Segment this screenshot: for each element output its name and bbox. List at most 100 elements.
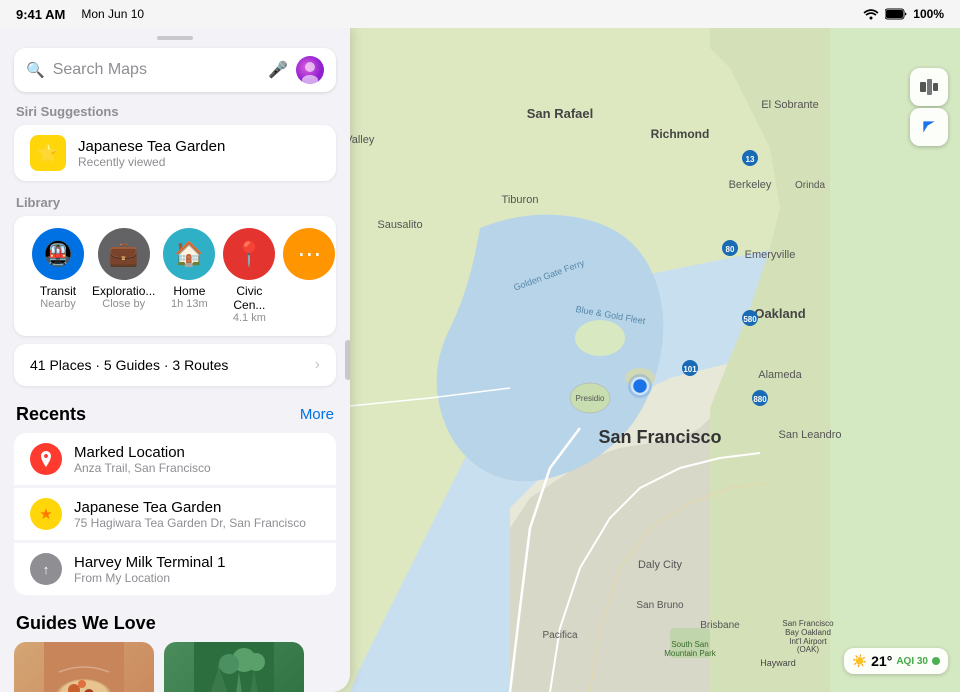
recents-title: Recents [16,404,86,425]
status-bar: 9:41 AM Mon Jun 10 100% [0,0,960,28]
sidebar-resize-handle[interactable] [345,340,350,380]
guides-row [0,642,350,692]
explore-icon: 💼 [98,228,150,280]
svg-text:Mountain Park: Mountain Park [664,649,717,658]
transit-icon: 🚇 [32,228,84,280]
food-guide-image [14,642,154,692]
location-button[interactable] [910,108,948,146]
svg-text:Alameda: Alameda [758,369,802,381]
marked-location-icon [30,443,62,475]
guide-thumb-nature[interactable] [164,642,304,692]
places-text: 41 Places · 5 Guides · 3 Routes [30,357,228,373]
suggestion-title: Japanese Tea Garden [78,138,225,155]
more-icon: ⋯ [283,228,335,280]
svg-text:(OAK): (OAK) [797,645,820,654]
svg-text:El Sobrante: El Sobrante [761,99,818,111]
recent-subtitle-marked: Anza Trail, San Francisco [74,461,211,475]
aqi-dot [932,657,940,665]
svg-text:Hayward: Hayward [760,658,796,668]
svg-text:13: 13 [746,155,755,164]
aqi-value: AQI 30 [896,656,928,667]
home-sublabel: 1h 13m [171,298,208,310]
weather-badge[interactable]: ☀️ 21° AQI 30 [844,648,948,674]
svg-text:San Francisco: San Francisco [782,619,834,628]
recent-item-terminal[interactable]: ↑ Harvey Milk Terminal 1 From My Locatio… [14,542,336,595]
home-label: Home [173,284,205,298]
search-input[interactable]: Search Maps [53,61,260,79]
recent-item-marked[interactable]: Marked Location Anza Trail, San Francisc… [14,433,336,485]
pin-icon [37,450,55,468]
recent-title-terminal: Harvey Milk Terminal 1 [74,554,225,571]
home-icon: 🏠 [163,228,215,280]
location-arrow-icon [919,117,939,137]
recents-header: Recents More [0,400,350,433]
svg-text:San Leandro: San Leandro [779,429,842,441]
civic-icon: 📍 [223,228,275,280]
transit-label: Transit [40,284,76,298]
places-row[interactable]: 41 Places · 5 Guides · 3 Routes › [14,344,336,386]
library-header: Library [0,195,350,216]
svg-text:South San: South San [671,640,708,649]
svg-text:Tiburon: Tiburon [502,194,539,206]
library-item-civic[interactable]: 📍 Civic Cen... 4.1 km [219,220,279,328]
food-image-svg [44,642,124,692]
weather-icon: ☀️ [852,654,867,668]
suggestion-star-icon: ⭐ [30,135,66,171]
status-time: 9:41 AM [16,7,65,22]
library-item-home[interactable]: 🏠 Home 1h 13m [159,220,219,328]
library-item-explore[interactable]: 💼 Exploratio... Close by [88,220,159,328]
more-sublabel [308,298,311,310]
guide-thumb-food[interactable] [14,642,154,692]
drag-handle-bar [157,36,193,40]
sidebar-panel: 🔍 Search Maps 🎤 Siri Suggesti [0,28,350,692]
map-controls [910,68,948,146]
tea-garden-icon: ★ [30,498,62,530]
suggestion-subtitle: Recently viewed [78,155,225,169]
temperature: 21° [871,653,892,669]
search-bar[interactable]: 🔍 Search Maps 🎤 [14,48,336,92]
wifi-icon [863,8,879,20]
recent-title-marked: Marked Location [74,444,211,461]
svg-text:80: 80 [726,245,735,254]
drag-handle[interactable] [0,28,350,44]
recent-subtitle-terminal: From My Location [74,571,225,585]
battery-icon [885,8,907,20]
recent-item-tea-garden[interactable]: ★ Japanese Tea Garden 75 Hagiwara Tea Ga… [14,487,336,540]
more-label [308,284,311,298]
status-date: Mon Jun 10 [81,7,144,21]
user-avatar[interactable] [296,56,324,84]
search-container: 🔍 Search Maps 🎤 [0,44,350,104]
microphone-icon[interactable]: 🎤 [268,60,288,80]
svg-text:Emeryville: Emeryville [745,249,796,261]
map-type-icon [919,77,939,97]
terminal-icon: ↑ [30,553,62,585]
recent-text-terminal: Harvey Milk Terminal 1 From My Location [74,554,225,585]
svg-text:San Rafael: San Rafael [527,106,593,121]
svg-text:Presidio: Presidio [576,394,605,403]
explore-sublabel: Close by [102,298,145,310]
svg-text:San Francisco: San Francisco [598,427,721,447]
civic-sublabel: 4.1 km [233,312,266,324]
svg-text:Pacifica: Pacifica [542,630,577,641]
map-type-button[interactable] [910,68,948,106]
explore-label: Exploratio... [92,284,155,298]
recent-text-tea-garden: Japanese Tea Garden 75 Hagiwara Tea Gard… [74,499,306,530]
svg-text:Berkeley: Berkeley [729,179,772,191]
library-item-more[interactable]: ⋯ [279,220,336,328]
avatar-image [296,56,324,84]
civic-label: Civic Cen... [223,284,275,312]
svg-text:Daly City: Daly City [638,559,683,571]
library-item-transit[interactable]: 🚇 Transit Nearby [28,220,88,328]
siri-suggestion-item[interactable]: ⭐ Japanese Tea Garden Recently viewed [14,125,336,181]
transit-sublabel: Nearby [40,298,75,310]
nature-guide-image [164,642,304,692]
siri-suggestions-header: Siri Suggestions [0,104,350,125]
suggestion-text: Japanese Tea Garden Recently viewed [78,138,225,169]
svg-text:San Bruno: San Bruno [636,600,684,611]
recent-subtitle-tea-garden: 75 Hagiwara Tea Garden Dr, San Francisco [74,516,306,530]
svg-text:Orinda: Orinda [795,180,825,191]
status-indicators: 100% [863,7,944,21]
chevron-right-icon: › [315,356,320,374]
svg-text:580: 580 [743,315,757,324]
recents-more-button[interactable]: More [300,406,334,423]
